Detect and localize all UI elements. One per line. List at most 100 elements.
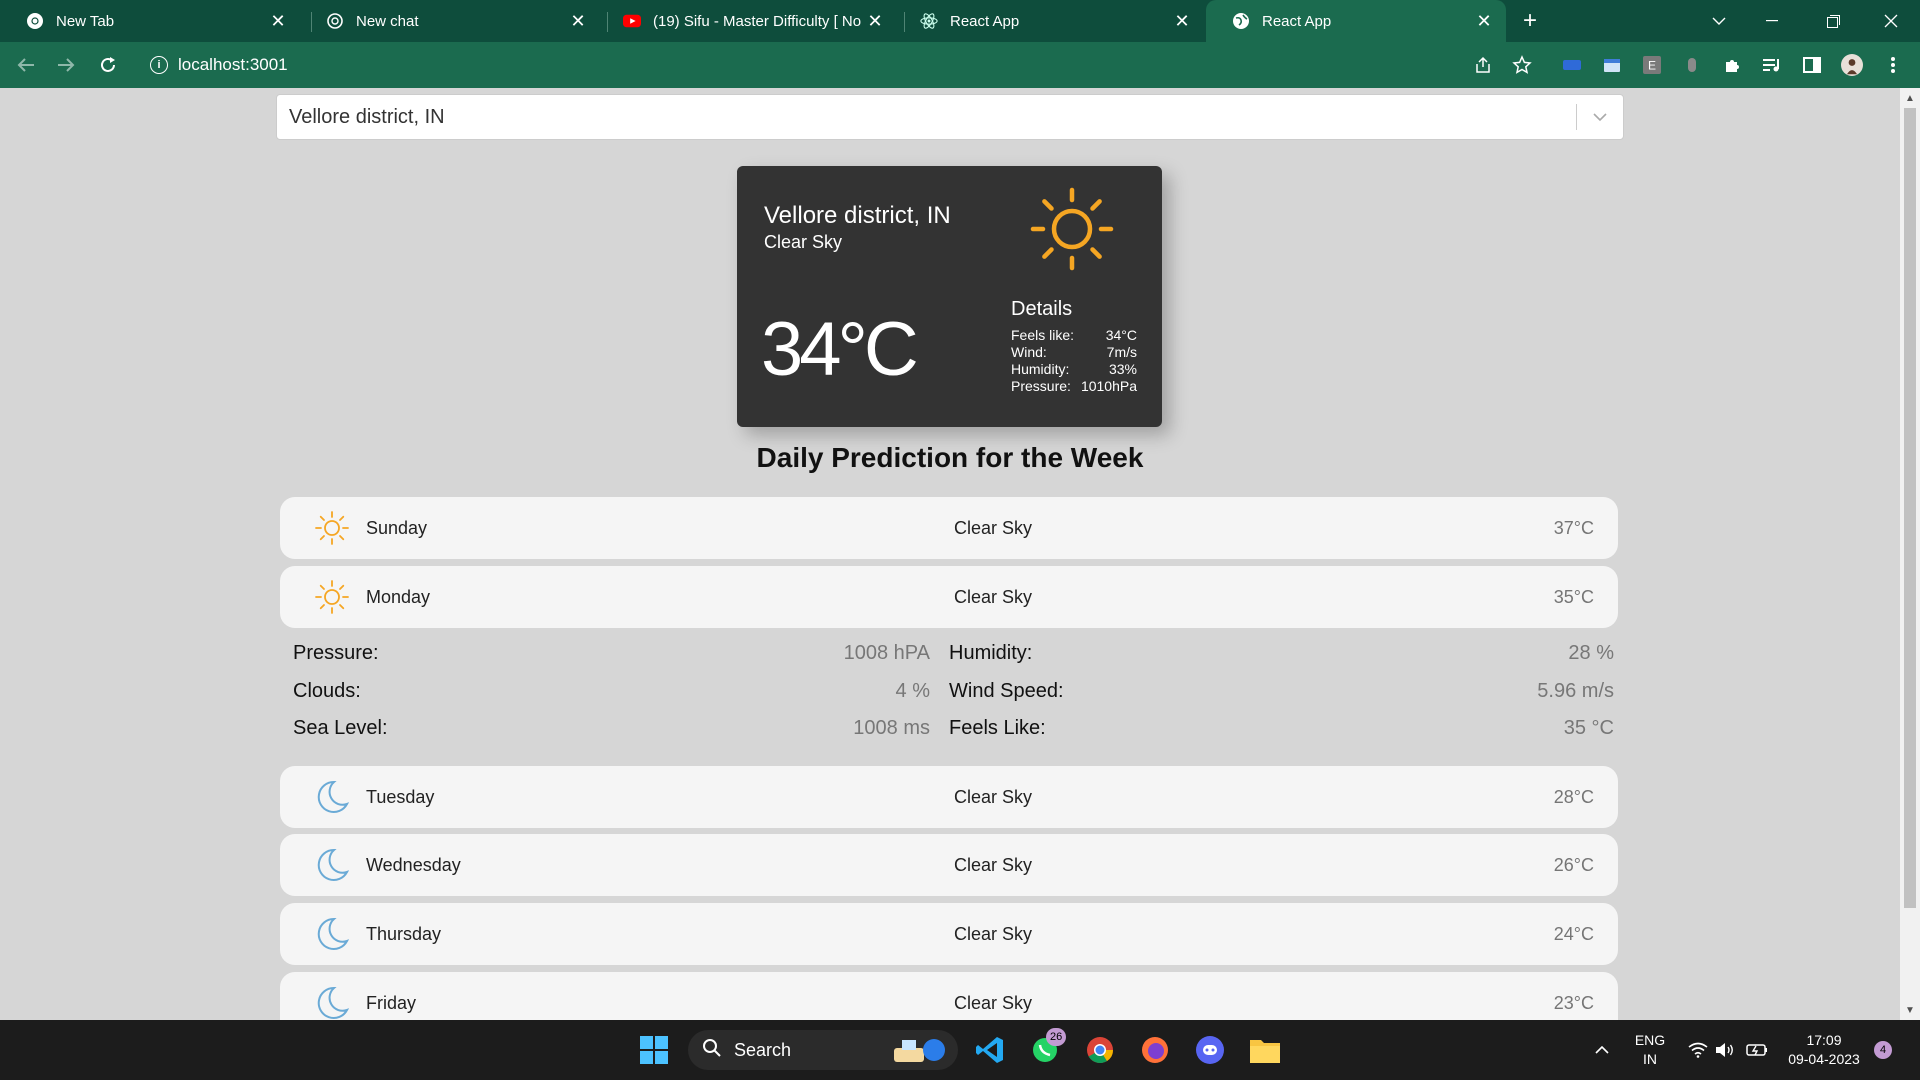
- scroll-down-arrow-icon[interactable]: ▼: [1900, 1000, 1920, 1020]
- tab-search-icon[interactable]: [1696, 0, 1742, 42]
- close-icon[interactable]: ✕: [566, 9, 590, 33]
- moon-icon: [317, 917, 350, 950]
- taskbar-search-label: Search: [734, 1039, 792, 1060]
- site-info-icon[interactable]: i: [150, 56, 168, 74]
- chevron-down-icon[interactable]: [1577, 112, 1623, 122]
- taskbar-search[interactable]: Search: [688, 1030, 958, 1070]
- puzzle-icon[interactable]: [1721, 54, 1743, 76]
- youtube-icon: [623, 12, 641, 30]
- forecast-row-thursday[interactable]: Thursday Clear Sky 24°C: [280, 903, 1618, 965]
- current-weather-card: Vellore district, IN Clear Sky 34°C Deta…: [737, 166, 1162, 427]
- detail-label: Wind Speed:: [949, 679, 1064, 702]
- scroll-up-arrow-icon[interactable]: ▲: [1900, 88, 1920, 108]
- day-name: Monday: [366, 586, 431, 607]
- tab-youtube[interactable]: (19) Sifu - Master Difficulty [ No I ✕: [597, 0, 897, 42]
- close-window-button[interactable]: [1868, 0, 1914, 42]
- openai-icon: [326, 12, 344, 30]
- clock-time: 17:09: [1806, 1032, 1842, 1048]
- city-search-select[interactable]: Vellore district, IN: [276, 94, 1624, 140]
- tab-react-app[interactable]: React App ✕: [894, 0, 1204, 42]
- detail-label: Clouds:: [293, 679, 361, 702]
- week-forecast-title: Daily Prediction for the Week: [756, 442, 1144, 473]
- e-extension-icon[interactable]: E: [1641, 54, 1663, 76]
- media-control-icon[interactable]: [1761, 54, 1783, 76]
- language-top: ENG: [1634, 1032, 1666, 1048]
- notification-badge[interactable]: 4: [1874, 1041, 1892, 1059]
- profile-avatar[interactable]: [1841, 54, 1863, 76]
- tab-new-tab[interactable]: New Tab ✕: [0, 0, 300, 42]
- reload-button[interactable]: [94, 51, 122, 79]
- detail-label: Feels Like:: [949, 716, 1046, 739]
- forecast-row-friday[interactable]: Friday Clear Sky 23°C: [280, 972, 1618, 1020]
- forward-button[interactable]: [52, 51, 80, 79]
- address-bar[interactable]: i localhost:3001: [140, 48, 1540, 82]
- clock-date: 09-04-2023: [1788, 1051, 1860, 1067]
- day-temperature: 24°C: [1553, 923, 1594, 944]
- detail-label: Sea Level:: [293, 716, 388, 739]
- day-name: Wednesday: [366, 854, 461, 875]
- day-temperature: 37°C: [1553, 517, 1594, 538]
- tab-new-chat[interactable]: New chat ✕: [300, 0, 600, 42]
- minimize-button[interactable]: [1749, 0, 1795, 42]
- detail-label: Wind:: [1011, 344, 1047, 360]
- detail-value: 35 °C: [1563, 716, 1614, 739]
- sun-icon: [315, 580, 349, 614]
- detail-feels-like-row: Feels Like: 35 °C: [949, 713, 1614, 743]
- share-icon[interactable]: [1472, 54, 1494, 76]
- detail-sea-level-row: Sea Level: 1008 ms: [293, 713, 930, 743]
- detail-humidity: Humidity: 33%: [1011, 361, 1137, 378]
- forecast-row-monday[interactable]: Monday Clear Sky 35°C: [280, 566, 1618, 628]
- bookmark-star-icon[interactable]: [1511, 54, 1533, 76]
- tab-react-app-active[interactable]: React App ✕: [1206, 0, 1506, 42]
- language-indicator[interactable]: ENG IN: [1630, 1031, 1670, 1069]
- page-scrollbar[interactable]: ▲ ▼: [1900, 88, 1920, 1020]
- new-tab-button[interactable]: +: [1516, 7, 1544, 35]
- close-icon[interactable]: ✕: [1170, 9, 1194, 33]
- current-description: Clear Sky: [764, 232, 843, 252]
- forecast-row-wednesday[interactable]: Wednesday Clear Sky 26°C: [280, 834, 1618, 896]
- tab-title: New chat: [356, 12, 419, 30]
- detail-value: 7m/s: [1106, 344, 1137, 360]
- tab-title: (19) Sifu - Master Difficulty [ No I: [653, 12, 863, 30]
- firefox-icon[interactable]: [1135, 1030, 1175, 1070]
- side-panel-icon[interactable]: [1801, 54, 1823, 76]
- chrome-taskbar-icon[interactable]: [1080, 1030, 1120, 1070]
- detail-label: Pressure:: [1011, 378, 1071, 394]
- url-text: localhost:3001: [178, 55, 288, 74]
- back-button[interactable]: [12, 51, 40, 79]
- svg-text:E: E: [1648, 59, 1656, 73]
- day-temperature: 23°C: [1553, 992, 1594, 1013]
- calendar-extension-icon[interactable]: [1601, 54, 1623, 76]
- windows-start-icon[interactable]: [634, 1030, 674, 1070]
- day-temperature: 28°C: [1553, 786, 1594, 807]
- forecast-row-tuesday[interactable]: Tuesday Clear Sky 28°C: [280, 766, 1618, 828]
- day-temperature: 35°C: [1553, 586, 1594, 607]
- clock[interactable]: 17:09 09-04-2023: [1776, 1031, 1872, 1069]
- day-description: Clear Sky: [954, 786, 1033, 807]
- day-name: Sunday: [366, 517, 428, 538]
- extension-icon[interactable]: [1561, 54, 1583, 76]
- whatsapp-badge: 26: [1046, 1028, 1067, 1046]
- day-name: Thursday: [366, 923, 442, 944]
- moon-icon: [317, 780, 350, 813]
- scrollbar-thumb[interactable]: [1904, 108, 1916, 908]
- forecast-row-sunday[interactable]: Sunday Clear Sky 37°C: [280, 497, 1618, 559]
- detail-feels-like: Feels like: 34°C: [1011, 327, 1137, 344]
- restore-button[interactable]: [1810, 0, 1856, 42]
- detail-value: 28 %: [1568, 641, 1614, 664]
- discord-icon[interactable]: [1190, 1030, 1230, 1070]
- close-icon[interactable]: ✕: [1472, 9, 1496, 33]
- file-explorer-icon[interactable]: [1245, 1030, 1285, 1070]
- day-temperature: 26°C: [1553, 854, 1594, 875]
- close-icon[interactable]: ✕: [863, 9, 887, 33]
- chevron-up-icon[interactable]: [1582, 1030, 1622, 1070]
- close-icon[interactable]: ✕: [266, 9, 290, 33]
- day-description: Clear Sky: [954, 923, 1033, 944]
- detail-value: 1010hPa: [1080, 378, 1137, 394]
- capsule-extension-icon[interactable]: [1681, 54, 1703, 76]
- more-menu-icon[interactable]: [1882, 54, 1904, 76]
- battery-icon[interactable]: [1737, 1030, 1777, 1070]
- city-search-value[interactable]: Vellore district, IN: [277, 106, 1576, 129]
- globe-icon: [1232, 12, 1250, 30]
- vscode-icon[interactable]: [970, 1030, 1010, 1070]
